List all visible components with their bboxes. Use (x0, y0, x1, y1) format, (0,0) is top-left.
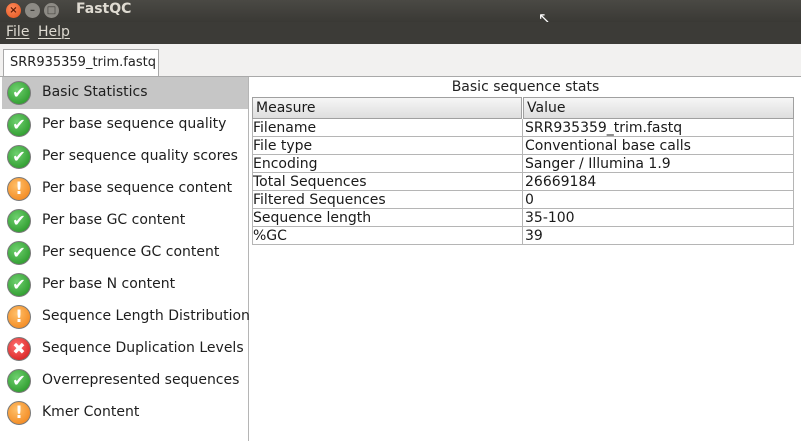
value-cell: 35-100 (523, 209, 794, 227)
module-item[interactable]: ✔ Basic Statistics (2, 77, 248, 109)
measure-cell: Sequence length (252, 209, 523, 227)
column-header-measure[interactable]: Measure (252, 97, 522, 119)
menu-bar: File Help (0, 22, 801, 44)
module-item[interactable]: ! Per base sequence content (2, 173, 248, 205)
value-cell: Sanger / Illumina 1.9 (523, 155, 794, 173)
module-item[interactable]: ✔ Per sequence quality scores (2, 141, 248, 173)
module-label: Basic Statistics (42, 84, 148, 100)
measure-cell: Total Sequences (252, 173, 523, 191)
module-item[interactable]: ✖ Sequence Duplication Levels (2, 333, 248, 365)
value-cell: 26669184 (523, 173, 794, 191)
measure-cell: Filename (252, 119, 523, 137)
table-row[interactable]: Sequence length 35-100 (252, 209, 794, 227)
module-label: Sequence Length Distribution (42, 308, 250, 324)
module-label: Per sequence GC content (42, 244, 220, 260)
module-item[interactable]: ✔ Overrepresented sequences (2, 365, 248, 397)
minimize-window-button[interactable]: – (25, 3, 40, 18)
module-label: Per base GC content (42, 212, 186, 228)
module-label: Per base sequence quality (42, 116, 227, 132)
value-cell: SRR935359_trim.fastq (523, 119, 794, 137)
check-icon: ✔ (7, 145, 31, 169)
table-row[interactable]: Encoding Sanger / Illumina 1.9 (252, 155, 794, 173)
module-item[interactable]: ✔ Per base sequence quality (2, 109, 248, 141)
measure-cell: File type (252, 137, 523, 155)
module-label: Kmer Content (42, 404, 140, 420)
module-item[interactable]: ✔ Per sequence GC content (2, 237, 248, 269)
window-title: FastQC (76, 1, 132, 17)
close-window-button[interactable]: × (6, 3, 21, 18)
maximize-window-button[interactable]: □ (44, 3, 59, 18)
value-cell: 0 (523, 191, 794, 209)
table-row[interactable]: %GC 39 (252, 227, 794, 245)
check-icon: ✔ (7, 113, 31, 137)
menu-file[interactable]: File (6, 24, 29, 40)
work-area: SRR935359_trim.fastq ✔ Basic Statistics ✔ P… (0, 44, 801, 441)
module-item[interactable]: ! Sequence Length Distribution (2, 301, 250, 333)
measure-cell: Encoding (252, 155, 523, 173)
column-header-value[interactable]: Value (523, 97, 794, 119)
check-icon: ✔ (7, 241, 31, 265)
module-label: Overrepresented sequences (42, 372, 240, 388)
check-icon: ✔ (7, 209, 31, 233)
report-content: ✔ Basic Statistics ✔ Per base sequence qual… (0, 76, 801, 441)
table-row[interactable]: Filtered Sequences 0 (252, 191, 794, 209)
exclamation-icon: ! (7, 401, 31, 425)
module-item[interactable]: ! Kmer Content (2, 397, 248, 429)
value-cell: 39 (523, 227, 794, 245)
module-label: Per sequence quality scores (42, 148, 238, 164)
panel-title: Basic sequence stats (451, 79, 600, 95)
exclamation-icon: ! (7, 305, 31, 329)
module-item[interactable]: ✔ Per base GC content (2, 205, 248, 237)
value-cell: Conventional base calls (523, 137, 794, 155)
title-bar: × – □ FastQC ↖ (0, 0, 801, 27)
cross-icon: ✖ (7, 337, 31, 361)
table-row[interactable]: Filename SRR935359_trim.fastq (252, 119, 794, 137)
table-row[interactable]: File type Conventional base calls (252, 137, 794, 155)
check-icon: ✔ (7, 369, 31, 393)
module-list: ✔ Basic Statistics ✔ Per base sequence qual… (2, 77, 250, 441)
measure-cell: %GC (252, 227, 523, 245)
module-item[interactable]: ✔ Per base N content (2, 269, 248, 301)
menu-help[interactable]: Help (38, 24, 70, 40)
module-label: Per base sequence content (42, 180, 233, 196)
table-row[interactable]: Total Sequences 26669184 (252, 173, 794, 191)
module-label: Sequence Duplication Levels (42, 340, 244, 356)
measure-cell: Filtered Sequences (252, 191, 523, 209)
exclamation-icon: ! (7, 177, 31, 201)
stats-panel: Basic sequence stats Measure Value Filen… (250, 77, 801, 441)
tab-file[interactable]: SRR935359_trim.fastq (3, 49, 159, 76)
table-header: Measure Value (252, 97, 794, 119)
check-icon: ✔ (7, 81, 31, 105)
module-label: Per base N content (42, 276, 176, 292)
check-icon: ✔ (7, 273, 31, 297)
